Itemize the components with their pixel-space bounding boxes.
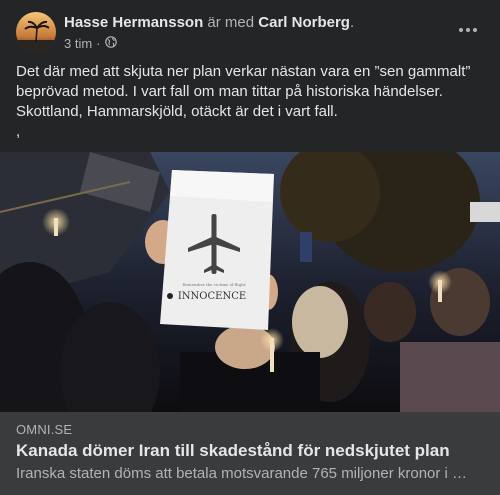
sign-small-text: Remember the victims of flight — [183, 282, 246, 287]
meta-separator: · — [96, 36, 101, 51]
author-name[interactable]: Hasse Hermansson — [64, 14, 203, 31]
post-text-line: Det där med att skjuta ner plan verkar n… — [16, 63, 471, 80]
post-text-line: Skottland, Hammarskjöld, otäckt är det i… — [16, 103, 338, 120]
avatar[interactable] — [16, 12, 56, 52]
more-horizontal-icon[interactable] — [456, 20, 480, 40]
post-text-line: beprövad metod. I vart fall om man titta… — [16, 83, 443, 100]
tagged-suffix: . — [349, 14, 355, 31]
post-text: Det där med att skjuta ner plan verkar n… — [16, 62, 486, 142]
post-title-line: Hasse Hermansson är med Carl Norberg. — [64, 14, 354, 32]
link-domain: OMNI.SE — [16, 422, 73, 437]
post-meta: 3 tim · — [64, 36, 117, 52]
tagged-name[interactable]: Carl Norberg — [258, 14, 350, 31]
post-text-line: , — [16, 123, 21, 140]
link-headline[interactable]: Kanada dömer Iran till skadestånd för ne… — [16, 441, 450, 461]
post-time[interactable]: 3 tim — [64, 36, 92, 52]
sign-text: INNOCENCE — [178, 291, 246, 302]
with-text: är med — [207, 14, 255, 31]
globe-icon[interactable] — [104, 36, 117, 52]
post-header: Hasse Hermansson är med Carl Norberg. 3 … — [0, 0, 500, 62]
link-preview[interactable]: OMNI.SE Kanada dömer Iran till skadestån… — [0, 412, 500, 495]
post-photo[interactable]: Remember the victims of flight INNOCENCE — [0, 152, 500, 412]
link-description: Iranska staten döms att betala motsvaran… — [16, 465, 468, 482]
